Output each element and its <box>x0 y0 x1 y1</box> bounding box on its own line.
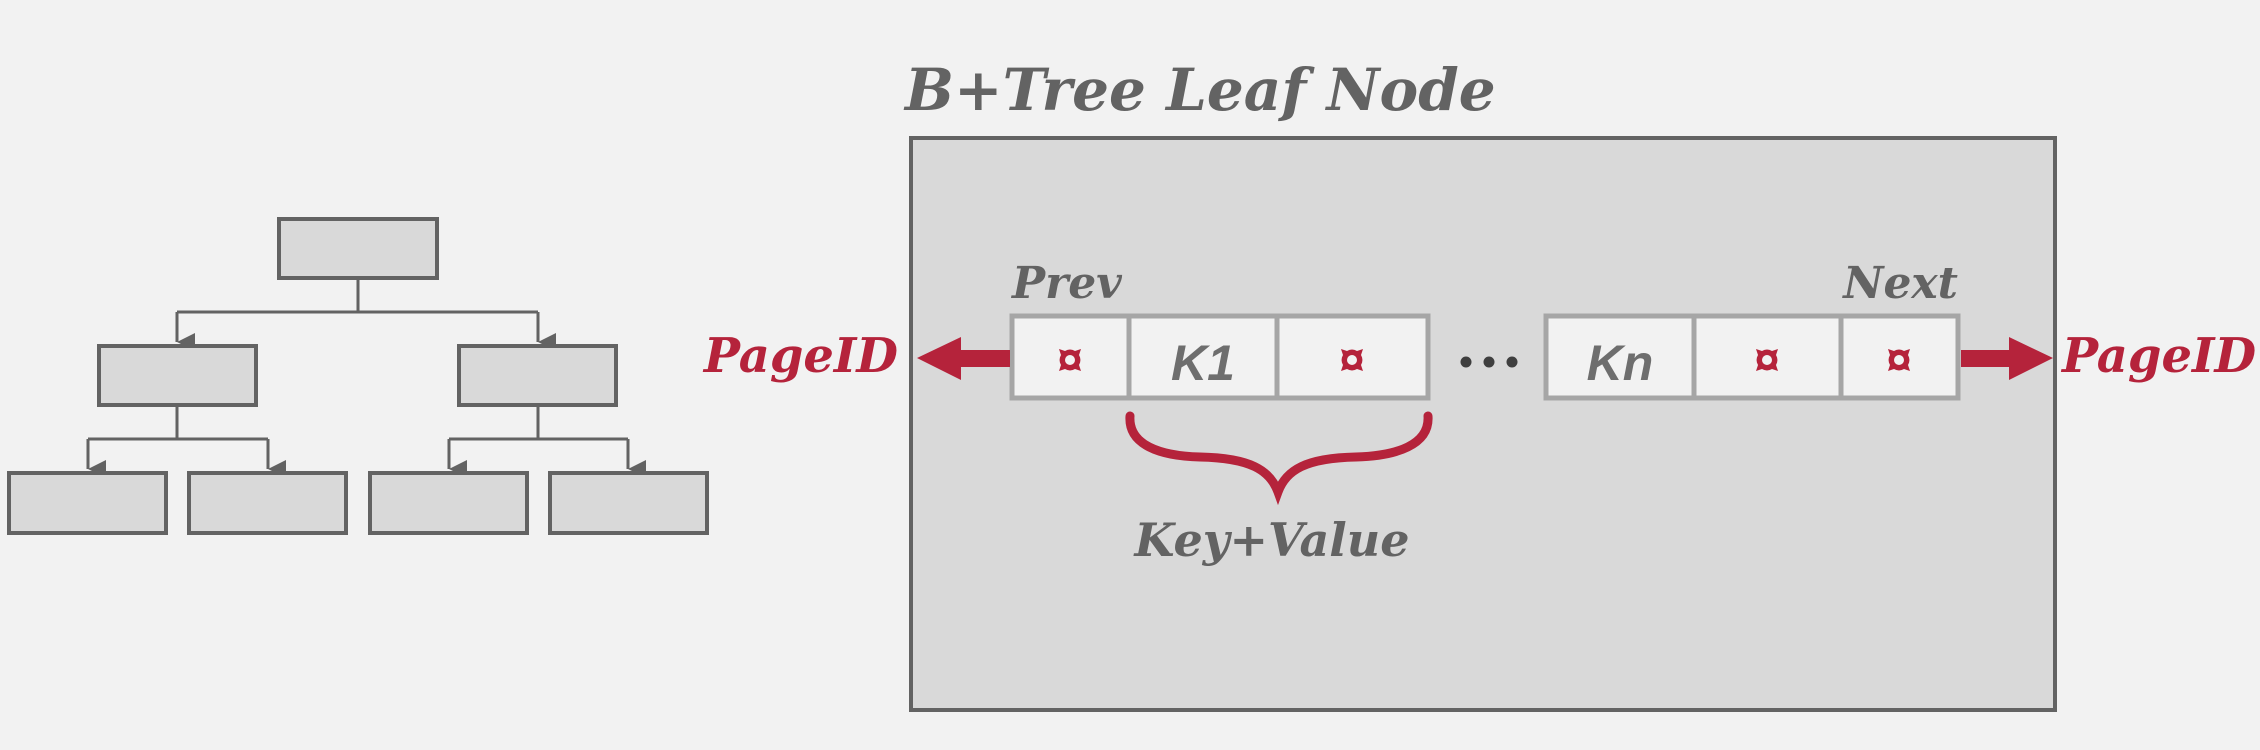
value-pointer-cell <box>1756 349 1778 371</box>
tree-inner-node <box>97 344 258 407</box>
diagram-canvas: B+Tree Leaf Node Prev Next K1 Kn PageID … <box>7 56 2256 712</box>
tree-leaf-node <box>368 471 529 535</box>
tree-leaf-node <box>7 471 168 535</box>
tree-leaf-node <box>548 471 709 535</box>
tree-leaf-node <box>187 471 348 535</box>
value-pointer-cell <box>1341 349 1363 371</box>
pointer-icon <box>1341 349 1363 371</box>
prev-pageid-label: PageID <box>702 328 898 384</box>
prev-pointer-cell <box>1059 349 1081 371</box>
diagram-title: B+Tree Leaf Node <box>903 56 1496 124</box>
pointer-icon <box>1059 349 1081 371</box>
ellipsis <box>1460 356 1518 368</box>
next-label: Next <box>1841 258 1958 309</box>
leaf-node-frame <box>909 136 2057 712</box>
tree-inner-node <box>457 344 618 407</box>
next-pageid-label: PageID <box>2060 328 2256 384</box>
entry-group-first: K1 <box>1009 313 1431 401</box>
key-cell: K1 <box>1171 335 1235 391</box>
key-value-label: Key+Value <box>1133 513 1410 567</box>
tree-overview <box>7 217 709 535</box>
entry-group-last: Kn <box>1543 313 1961 401</box>
prev-label: Prev <box>1010 258 1122 309</box>
key-kn: Kn <box>1587 335 1654 391</box>
key-k1: K1 <box>1171 335 1235 391</box>
pointer-icon <box>1756 349 1778 371</box>
next-pointer-cell <box>1888 349 1910 371</box>
key-cell: Kn <box>1587 335 1654 391</box>
pointer-icon <box>1888 349 1910 371</box>
tree-root-node <box>277 217 439 280</box>
